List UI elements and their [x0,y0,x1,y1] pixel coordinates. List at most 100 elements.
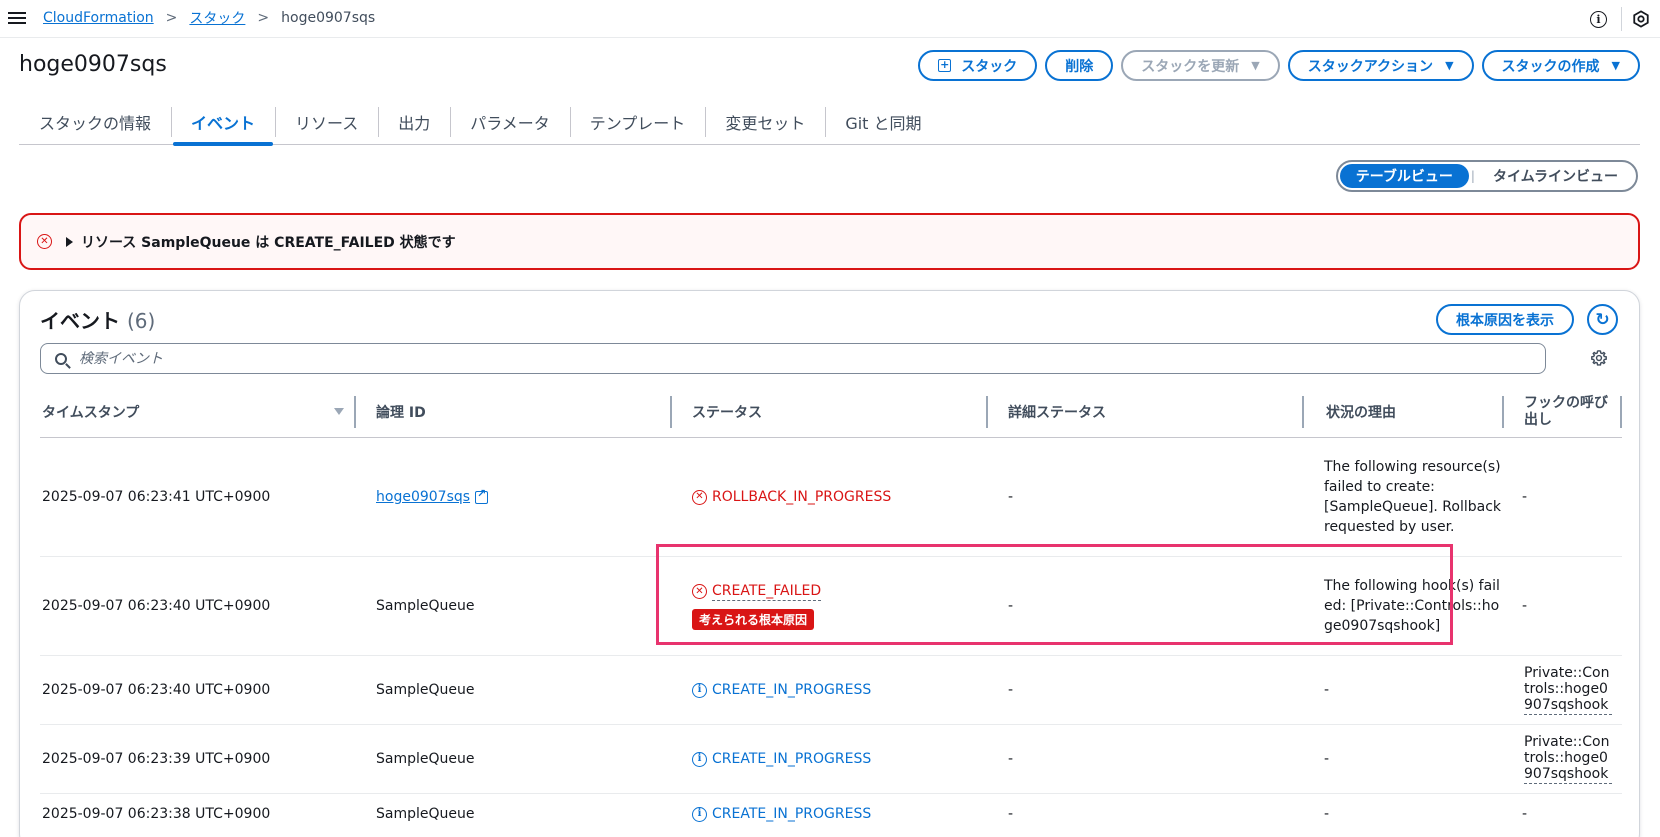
root-cause-badge: 考えられる根本原因 [692,608,815,630]
stack-actions-label: スタックアクション [1307,58,1434,75]
cell-status: i CREATE_IN_PROGRESS [672,725,988,793]
status-indicator: i CREATE_IN_PROGRESS [692,806,871,822]
cell-timestamp: 2025-09-07 06:23:38 UTC+0900 [42,806,271,822]
status-indicator: i CREATE_IN_PROGRESS [692,751,871,767]
expand-triangle-icon[interactable] [66,236,73,247]
cell-hook: Private::Controls::hoge0907sqshook [1504,656,1622,724]
status-text: CREATE_IN_PROGRESS [712,751,872,767]
tab-outputs[interactable]: 出力 [378,99,450,145]
cell-status: ✕ ROLLBACK_IN_PROGRESS [672,438,988,556]
tab-git-sync[interactable]: Git と同期 [825,99,941,145]
menu-icon[interactable] [8,9,26,27]
cell-status: i CREATE_IN_PROGRESS [672,656,988,724]
cell-status: i CREATE_IN_PROGRESS [672,794,988,834]
tab-resources[interactable]: リソース [275,99,378,145]
events-panel: イベント (6) 根本原因を表示 ↻ タイムスタンプ 論理 ID ステータス 詳… [19,290,1640,837]
stack-actions-button[interactable]: スタックアクション ▼ [1287,50,1474,81]
search-input[interactable] [79,350,1479,367]
cell-hook: Private::Controls::hoge0907sqshook [1504,725,1622,793]
col-detail-status[interactable]: 詳細ステータス [988,386,1304,438]
error-icon: ✕ [692,489,707,505]
col-status-label: ステータス [692,405,762,421]
cell-reason: - [1324,806,1330,822]
refresh-button[interactable]: ↻ [1587,304,1618,335]
breadcrumb: CloudFormation > スタック > hoge0907sqs [43,8,375,28]
table-row: 2025-09-07 06:23:41 UTC+0900 hoge0907sqs… [40,438,1622,557]
cell-logical-id: hoge0907sqs [356,438,672,556]
table-row: 2025-09-07 06:23:39 UTC+0900 SampleQueue… [40,725,1622,794]
gear-icon[interactable] [1590,349,1608,367]
hook-link[interactable]: Private::Controls::hoge0907sqshook [1524,665,1612,715]
header-actions: + スタック 削除 スタックを更新 ▼ スタックアクション ▼ スタックの作成 … [918,50,1640,81]
refresh-icon: ↻ [1595,309,1610,330]
create-stack-button[interactable]: スタックの作成 ▼ [1481,50,1640,81]
col-reason-label: 状況の理由 [1326,405,1396,421]
page-title: hoge0907sqs [19,52,167,77]
col-hook[interactable]: フックの呼び出し [1504,386,1622,438]
status-indicator[interactable]: ✕ CREATE_FAILED [692,582,822,601]
update-stack-label: スタックを更新 [1141,58,1240,75]
col-detail-status-label: 詳細ステータス [1008,405,1106,421]
cell-logical-id: SampleQueue [376,751,475,767]
tab-parameters[interactable]: パラメータ [450,99,570,145]
breadcrumb-cloudformation[interactable]: CloudFormation [43,10,154,26]
stack-button[interactable]: + スタック [918,50,1038,81]
show-root-cause-button[interactable]: 根本原因を表示 [1436,304,1574,335]
col-status[interactable]: ステータス [672,386,988,438]
cell-hook: - [1522,489,1528,505]
chevron-right-icon: > [165,10,178,26]
caret-down-icon: ▼ [1611,59,1620,72]
tab-stack-info[interactable]: スタックの情報 [19,99,171,145]
create-stack-label: スタックの作成 [1501,58,1600,75]
info-icon[interactable]: i [1590,10,1607,28]
table-view-toggle[interactable]: テーブルビュー [1339,164,1469,188]
delete-button[interactable]: 削除 [1045,50,1114,81]
settings-hex-icon[interactable] [1632,10,1650,28]
tab-template[interactable]: テンプレート [569,99,706,145]
status-text: ROLLBACK_IN_PROGRESS [712,489,892,505]
cell-detail-status: - [1008,682,1014,698]
status-text: CREATE_IN_PROGRESS [712,806,872,822]
col-reason[interactable]: 状況の理由 [1304,386,1504,438]
cell-timestamp: 2025-09-07 06:23:41 UTC+0900 [42,489,271,505]
cell-hook: - [1522,598,1528,614]
view-toggle: テーブルビュー | タイムラインビュー [1335,160,1638,192]
table-row: 2025-09-07 06:23:38 UTC+0900 SampleQueue… [40,794,1622,834]
table-header: タイムスタンプ 論理 ID ステータス 詳細ステータス 状況の理由 フックの呼び… [40,386,1622,438]
caret-down-icon: ▼ [1251,59,1260,72]
update-stack-button[interactable]: スタックを更新 ▼ [1121,50,1280,81]
cell-logical-id: SampleQueue [376,682,475,698]
breadcrumb-current: hoge0907sqs [281,10,376,26]
sort-desc-icon[interactable] [334,408,344,415]
cell-reason: - [1324,682,1330,698]
alert-text[interactable]: リソース SampleQueue は CREATE_FAILED 状態です [81,232,456,252]
tab-events[interactable]: イベント [171,99,275,146]
divider [1621,7,1622,31]
stack-link[interactable]: hoge0907sqs [376,487,489,505]
cell-logical-id: SampleQueue [376,806,475,822]
toggle-divider: | [1470,169,1475,183]
col-logical-id[interactable]: 論理 ID [356,386,672,438]
col-timestamp-label: タイムスタンプ [42,405,140,421]
cell-detail-status: - [1008,489,1014,505]
chevron-right-icon: > [257,10,270,26]
table-row: 2025-09-07 06:23:40 UTC+0900 SampleQueue… [40,656,1622,725]
breadcrumb-stacks[interactable]: スタック [189,8,245,28]
timeline-view-toggle[interactable]: タイムラインビュー [1477,164,1634,188]
tab-change-sets[interactable]: 変更セット [705,99,825,145]
caret-down-icon: ▼ [1445,59,1454,72]
cell-reason: The following hook(s) failed: [Private::… [1324,578,1500,634]
status-text: CREATE_IN_PROGRESS [712,682,872,698]
status-text: CREATE_FAILED [712,582,822,601]
col-logical-id-label: 論理 ID [376,405,426,421]
hook-link[interactable]: Private::Controls::hoge0907sqshook [1524,734,1612,784]
info-icon: i [692,751,707,767]
error-icon: ✕ [692,584,707,599]
cell-logical-id: SampleQueue [376,598,475,614]
external-link-icon [475,487,489,504]
col-timestamp[interactable]: タイムスタンプ [40,386,356,438]
top-icons: i [1590,0,1660,38]
cell-timestamp: 2025-09-07 06:23:40 UTC+0900 [42,598,271,614]
cell-reason: The following resource(s) failed to crea… [1324,459,1502,535]
cell-status: ✕ CREATE_FAILED 考えられる根本原因 [672,557,988,655]
